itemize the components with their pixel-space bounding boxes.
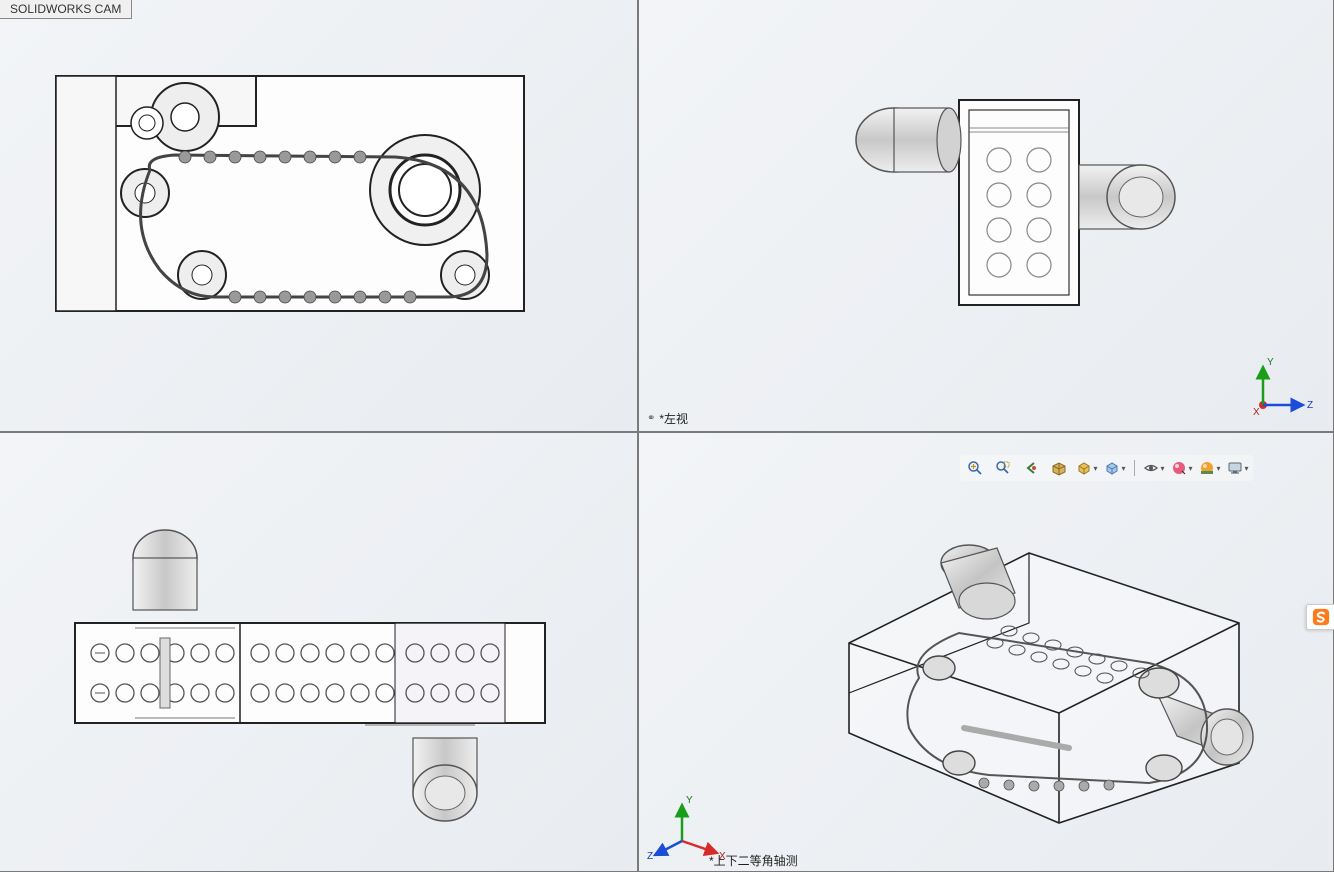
- axis-triad-yz: Y Z X: [1245, 353, 1325, 423]
- zoom-fit-button[interactable]: [964, 457, 986, 479]
- view-name-text: *上下二等角轴测: [709, 852, 798, 869]
- section-view-icon: [1051, 460, 1067, 476]
- ime-sogou-button[interactable]: [1306, 604, 1334, 630]
- heads-up-toolbar: ▾ ▾ ▾ ▾ ▾ ▾: [960, 455, 1253, 481]
- svg-text:Z: Z: [1307, 400, 1313, 411]
- viewport-isometric[interactable]: ▾ ▾ ▾ ▾ ▾ ▾: [638, 432, 1334, 872]
- chevron-down-icon: ▾: [1121, 464, 1125, 473]
- svg-text:X: X: [1253, 407, 1260, 418]
- prev-view-button[interactable]: [1020, 457, 1042, 479]
- model-left-view: [839, 80, 1179, 320]
- tab-solidworks-cam[interactable]: SOLIDWORKS CAM: [0, 0, 132, 19]
- view-settings-button[interactable]: ▾: [1227, 457, 1249, 479]
- section-view-button[interactable]: [1048, 457, 1070, 479]
- eye-icon: [1143, 460, 1159, 476]
- viewport-top[interactable]: [0, 432, 638, 872]
- model-front-view: [55, 75, 525, 325]
- chevron-down-icon: ▾: [1188, 464, 1192, 473]
- viewport-left[interactable]: Y Z X ⚭ *左视: [638, 0, 1334, 432]
- svg-text:Z: Z: [647, 851, 653, 862]
- zoom-area-button[interactable]: [992, 457, 1014, 479]
- chevron-down-icon: ▾: [1216, 464, 1220, 473]
- view-label-iso: *上下二等角轴测: [709, 852, 798, 869]
- magnifier-area-icon: [995, 460, 1011, 476]
- display-style-icon: [1104, 460, 1120, 476]
- apply-scene-button[interactable]: ▾: [1199, 457, 1221, 479]
- chevron-down-icon: ▾: [1244, 464, 1248, 473]
- toolbar-separator: [1134, 460, 1135, 476]
- model-isometric-view: [809, 493, 1299, 833]
- magnifier-fit-icon: [967, 460, 983, 476]
- svg-text:Y: Y: [1267, 357, 1274, 368]
- cube-orient-icon: [1076, 460, 1092, 476]
- appearance-sphere-icon: [1171, 460, 1187, 476]
- chevron-down-icon: ▾: [1093, 464, 1097, 473]
- prev-view-icon: [1023, 460, 1039, 476]
- tab-label: SOLIDWORKS CAM: [10, 2, 121, 16]
- edit-appearance-button[interactable]: ▾: [1171, 457, 1193, 479]
- view-orient-button[interactable]: ▾: [1076, 457, 1098, 479]
- hide-show-button[interactable]: ▾: [1143, 457, 1165, 479]
- display-style-button[interactable]: ▾: [1104, 457, 1126, 479]
- link-icon: ⚭: [647, 413, 655, 424]
- viewport-front[interactable]: SOLIDWORKS CAM: [0, 0, 638, 432]
- chevron-down-icon: ▾: [1160, 464, 1164, 473]
- svg-text:Y: Y: [686, 795, 693, 806]
- view-name-text: *左视: [659, 410, 688, 427]
- scene-icon: [1199, 460, 1215, 476]
- view-label-left: ⚭ *左视: [647, 410, 688, 427]
- sogou-icon: [1312, 608, 1330, 626]
- model-top-view: [65, 523, 565, 823]
- monitor-icon: [1227, 460, 1243, 476]
